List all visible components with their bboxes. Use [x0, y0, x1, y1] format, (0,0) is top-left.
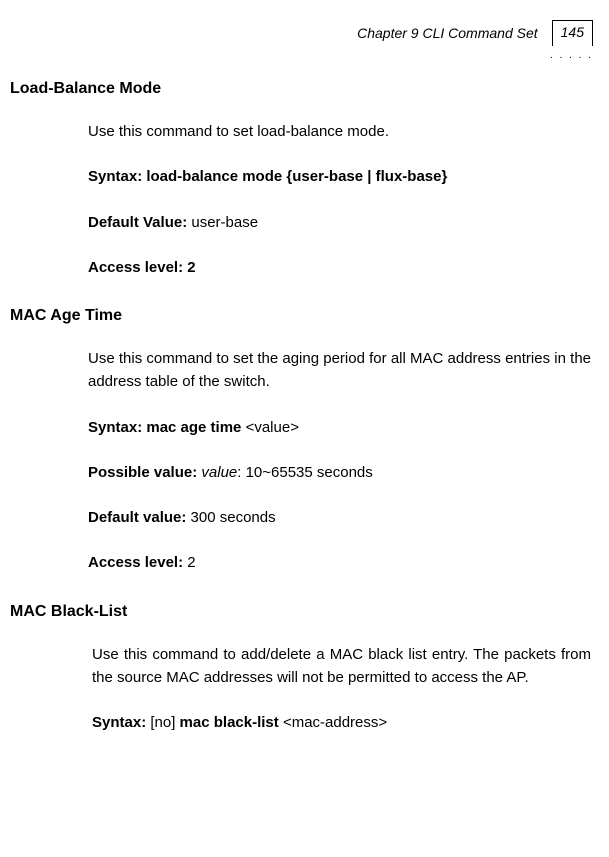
syntax-label: Syntax: mac age time [88, 419, 246, 436]
page-number: 145 [552, 20, 593, 46]
mac-age-access: Access level: 2 [88, 551, 591, 574]
load-balance-default: Default Value: user-base [88, 211, 591, 234]
mac-age-possible: Possible value: value: 10~65535 seconds [88, 461, 591, 484]
syntax-bold: mac black-list [180, 714, 283, 731]
possible-italic: value [201, 464, 237, 481]
possible-rest: : 10~65535 seconds [237, 464, 373, 481]
section-heading-load-balance: Load-Balance Mode [10, 80, 599, 98]
default-value: 300 seconds [191, 509, 276, 526]
mac-age-desc: Use this command to set the aging period… [88, 347, 591, 394]
load-balance-syntax: Syntax: load-balance mode {user-base | f… [88, 165, 591, 188]
access-label: Access level: [88, 554, 187, 571]
load-balance-desc: Use this command to set load-balance mod… [88, 120, 591, 143]
mac-black-syntax: Syntax: [no] mac black-list <mac-address… [92, 711, 591, 734]
possible-label: Possible value: [88, 464, 201, 481]
default-label: Default value: [88, 509, 191, 526]
header-dots: . . . . . [543, 50, 593, 61]
syntax-pre: [no] [150, 714, 179, 731]
mac-black-desc: Use this command to add/delete a MAC bla… [92, 643, 591, 690]
page-header: Chapter 9 CLI Command Set 145 . . . . . [10, 20, 599, 46]
section-heading-mac-age: MAC Age Time [10, 307, 599, 325]
default-label: Default Value: [88, 214, 191, 231]
access-value: 2 [187, 554, 195, 571]
chapter-title: Chapter 9 CLI Command Set [357, 25, 538, 41]
syntax-arg: <mac-address> [283, 714, 387, 731]
mac-age-default: Default value: 300 seconds [88, 506, 591, 529]
header-line: Chapter 9 CLI Command Set 145 [357, 20, 593, 46]
syntax-label: Syntax: [92, 714, 150, 731]
load-balance-access: Access level: 2 [88, 256, 591, 279]
default-value: user-base [191, 214, 258, 231]
section-heading-mac-black: MAC Black-List [10, 603, 599, 621]
mac-age-syntax: Syntax: mac age time <value> [88, 416, 591, 439]
syntax-arg: <value> [246, 419, 299, 436]
